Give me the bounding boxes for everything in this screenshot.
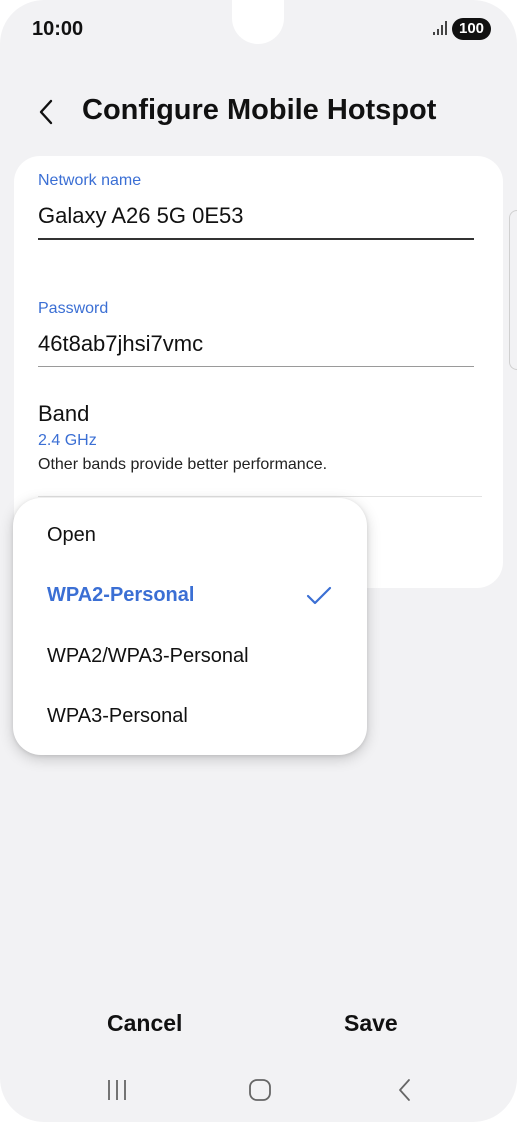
home-icon[interactable] xyxy=(248,1078,272,1102)
page-title: Configure Mobile Hotspot xyxy=(82,94,437,126)
option-label: WPA2-Personal xyxy=(47,584,195,606)
option-label: Open xyxy=(47,524,96,546)
network-name-label: Network name xyxy=(38,172,142,189)
password-label: Password xyxy=(38,300,109,317)
recent-apps-icon[interactable] xyxy=(106,1078,128,1102)
security-dropdown-menu: Open WPA2-Personal WPA2/WPA3-Personal WP… xyxy=(13,498,367,755)
network-name-input[interactable]: Galaxy A26 5G 0E53 xyxy=(38,203,243,229)
battery-icon: 100 xyxy=(452,18,492,40)
option-wpa2-personal[interactable]: WPA2-Personal xyxy=(13,566,367,626)
option-label: WPA2/WPA3-Personal xyxy=(47,645,249,667)
back-icon[interactable] xyxy=(396,1078,414,1102)
header: Configure Mobile Hotspot xyxy=(0,90,517,134)
network-name-underline xyxy=(38,238,474,240)
phone-screen: 10:00 100 Configure Mobile Hotspot Netwo… xyxy=(0,0,517,1122)
option-open[interactable]: Open xyxy=(13,506,367,566)
option-label: WPA3-Personal xyxy=(47,705,188,727)
option-wpa2-wpa3-personal[interactable]: WPA2/WPA3-Personal xyxy=(13,627,367,687)
cancel-button[interactable]: Cancel xyxy=(107,1010,182,1037)
password-underline xyxy=(38,366,474,367)
status-bar: 10:00 100 xyxy=(0,0,517,60)
scrollbar[interactable] xyxy=(509,210,517,370)
divider xyxy=(38,496,482,497)
band-title: Band xyxy=(38,401,90,426)
status-time: 10:00 xyxy=(32,18,84,40)
band-description: Other bands provide better performance. xyxy=(38,456,328,473)
save-button[interactable]: Save xyxy=(344,1010,398,1037)
band-value: 2.4 GHz xyxy=(38,432,97,449)
checkmark-icon xyxy=(306,586,332,605)
signal-icon xyxy=(433,21,447,35)
navigation-bar xyxy=(0,1062,517,1122)
back-arrow-icon[interactable] xyxy=(36,98,58,126)
password-input[interactable]: 46t8ab7jhsi7vmc xyxy=(38,331,203,357)
option-wpa3-personal[interactable]: WPA3-Personal xyxy=(13,687,367,747)
